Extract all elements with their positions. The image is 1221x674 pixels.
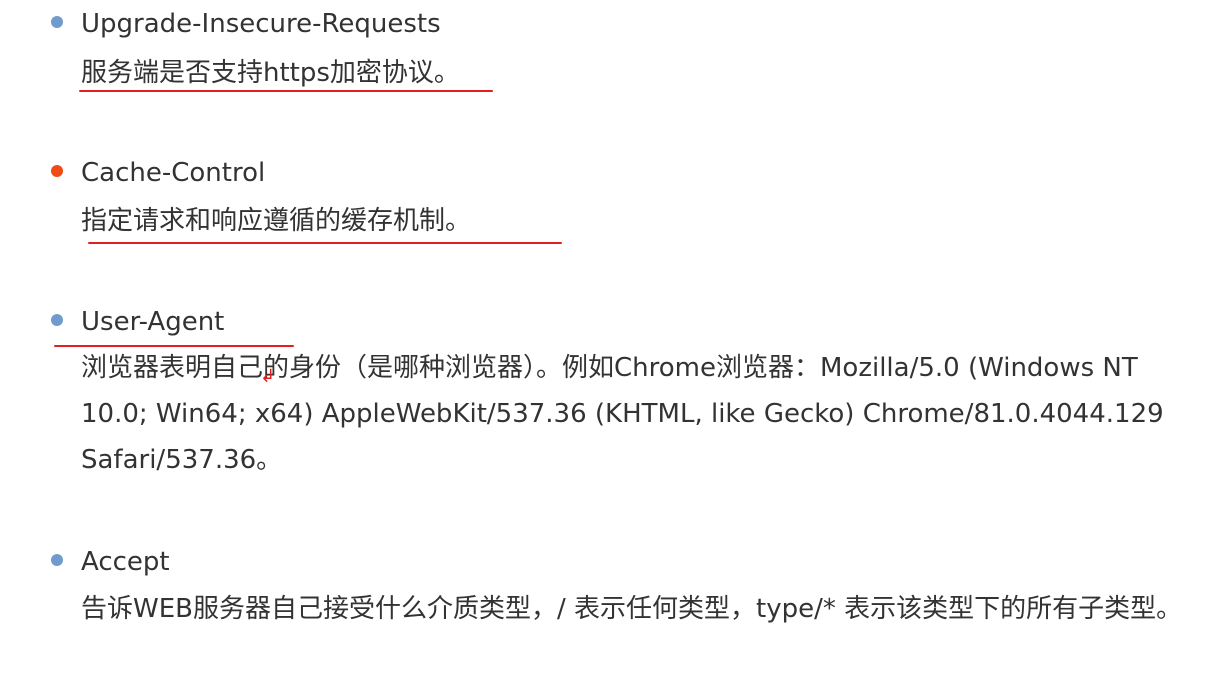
- header-description: 告诉WEB服务器自己接受什么介质类型，/ 表示任何类型，type/* 表示该类型…: [81, 594, 1183, 624]
- header-description: 指定请求和响应遵循的缓存机制。: [81, 206, 472, 236]
- bullet-icon: [51, 165, 63, 177]
- annotation-cursor-mark: ↲: [260, 366, 276, 387]
- bullet-icon: [51, 16, 63, 28]
- header-term: Accept: [81, 547, 170, 577]
- header-term: User-Agent: [81, 307, 225, 337]
- annotation-underline: [79, 90, 493, 92]
- header-term: Upgrade-Insecure-Requests: [81, 9, 441, 39]
- header-term: Cache-Control: [81, 158, 266, 188]
- bullet-icon: [51, 554, 63, 566]
- bullet-icon: [51, 314, 63, 326]
- header-description: 浏览器表明自己的身份（是哪种浏览器）。例如Chrome浏览器：Mozilla/5…: [81, 353, 1164, 475]
- annotation-underline: [88, 242, 562, 244]
